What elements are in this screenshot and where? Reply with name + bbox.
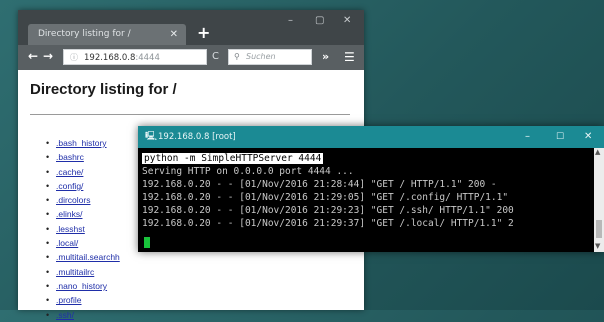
scroll-down-icon[interactable]: ▼ bbox=[595, 242, 600, 250]
bullet: • bbox=[46, 195, 50, 206]
navigation-bar: ← → ⓘ 192.168.0.8:4444 C ⚲ Suchen » ☰ bbox=[18, 45, 364, 70]
minimize-button[interactable]: – bbox=[288, 15, 293, 26]
scroll-up-icon[interactable]: ▲ bbox=[595, 148, 600, 156]
file-link[interactable]: .lesshst bbox=[56, 222, 85, 236]
close-button[interactable]: ✕ bbox=[343, 15, 351, 26]
terminal-cursor bbox=[144, 237, 150, 248]
file-link[interactable]: .bashrc bbox=[56, 150, 84, 164]
file-link[interactable]: .cache/ bbox=[56, 165, 83, 179]
file-link[interactable]: .bash_history bbox=[56, 136, 107, 150]
terminal-command: python -m SimpleHTTPServer 4444 bbox=[142, 153, 324, 164]
terminal-line: Serving HTTP on 0.0.0.0 port 4444 ... bbox=[142, 166, 354, 177]
terminal-window: 🖳 192.168.0.8 [root] – ☐ ✕ python -m Sim… bbox=[138, 126, 604, 252]
hamburger-menu-icon[interactable]: ☰ bbox=[344, 50, 355, 64]
terminal-output[interactable]: python -m SimpleHTTPServer 4444 Serving … bbox=[138, 148, 594, 252]
bullet: • bbox=[46, 138, 50, 148]
bullet: • bbox=[46, 280, 50, 291]
back-arrow-icon[interactable]: ← bbox=[28, 49, 38, 63]
file-link[interactable]: .multitailrc bbox=[56, 265, 94, 279]
bullet: • bbox=[46, 223, 50, 234]
bullet: • bbox=[46, 295, 50, 306]
browser-titlebar: Directory listing for / ✕ + – ▢ ✕ bbox=[18, 10, 364, 45]
terminal-line: 192.168.0.20 - - [01/Nov/2016 21:28:44] … bbox=[142, 179, 497, 190]
terminal-line: 192.168.0.20 - - [01/Nov/2016 21:29:37] … bbox=[142, 218, 514, 229]
bullet: • bbox=[46, 166, 50, 177]
new-tab-button[interactable]: + bbox=[197, 22, 210, 43]
maximize-button[interactable]: ▢ bbox=[315, 15, 324, 26]
bullet: • bbox=[46, 266, 50, 277]
bullet: • bbox=[46, 180, 50, 191]
file-link[interactable]: .config/ bbox=[56, 179, 83, 193]
info-icon[interactable]: ⓘ bbox=[70, 50, 78, 64]
file-link[interactable]: .nano_history bbox=[56, 279, 107, 293]
page-title: Directory listing for / bbox=[30, 81, 177, 98]
bullet: • bbox=[46, 152, 50, 163]
divider bbox=[30, 114, 350, 115]
search-placeholder: Suchen bbox=[246, 52, 276, 61]
bullet: • bbox=[46, 209, 50, 220]
terminal-title: 192.168.0.8 [root] bbox=[158, 132, 236, 142]
forward-arrow-icon[interactable]: → bbox=[43, 49, 53, 63]
file-link[interactable]: .dircolors bbox=[56, 193, 90, 207]
terminal-close-button[interactable]: ✕ bbox=[584, 126, 592, 148]
search-input[interactable]: ⚲ Suchen bbox=[228, 49, 312, 65]
file-link[interactable]: .profile bbox=[56, 293, 82, 307]
url-text: 192.168.0.8:4444 bbox=[84, 53, 160, 63]
address-bar[interactable]: ⓘ 192.168.0.8:4444 bbox=[63, 49, 207, 65]
terminal-minimize-button[interactable]: – bbox=[525, 126, 530, 148]
terminal-maximize-button[interactable]: ☐ bbox=[556, 126, 564, 148]
terminal-line: 192.168.0.20 - - [01/Nov/2016 21:29:23] … bbox=[142, 205, 514, 216]
file-link[interactable]: .multitail.searchh bbox=[56, 250, 120, 264]
terminal-titlebar: 🖳 192.168.0.8 [root] – ☐ ✕ bbox=[138, 126, 604, 148]
bullet: • bbox=[46, 238, 50, 249]
tab-directory-listing[interactable]: Directory listing for / ✕ bbox=[28, 24, 186, 45]
bullet: • bbox=[46, 252, 50, 263]
terminal-scrollbar[interactable]: ▲ ▼ bbox=[594, 148, 604, 252]
scrollbar-thumb[interactable] bbox=[596, 220, 602, 238]
reload-icon[interactable]: C bbox=[212, 51, 219, 62]
terminal-line: 192.168.0.20 - - [01/Nov/2016 21:29:05] … bbox=[142, 192, 509, 203]
tab-close-icon[interactable]: ✕ bbox=[170, 24, 178, 45]
overflow-icon[interactable]: » bbox=[322, 50, 329, 63]
file-link[interactable]: .local/ bbox=[56, 236, 78, 250]
tab-title: Directory listing for / bbox=[38, 29, 131, 39]
terminal-icon: 🖳 bbox=[145, 132, 158, 142]
search-icon: ⚲ bbox=[234, 52, 240, 61]
file-link[interactable]: .elinks/ bbox=[56, 207, 82, 221]
terminal-command-line: python -m SimpleHTTPServer 4444 bbox=[142, 152, 324, 165]
